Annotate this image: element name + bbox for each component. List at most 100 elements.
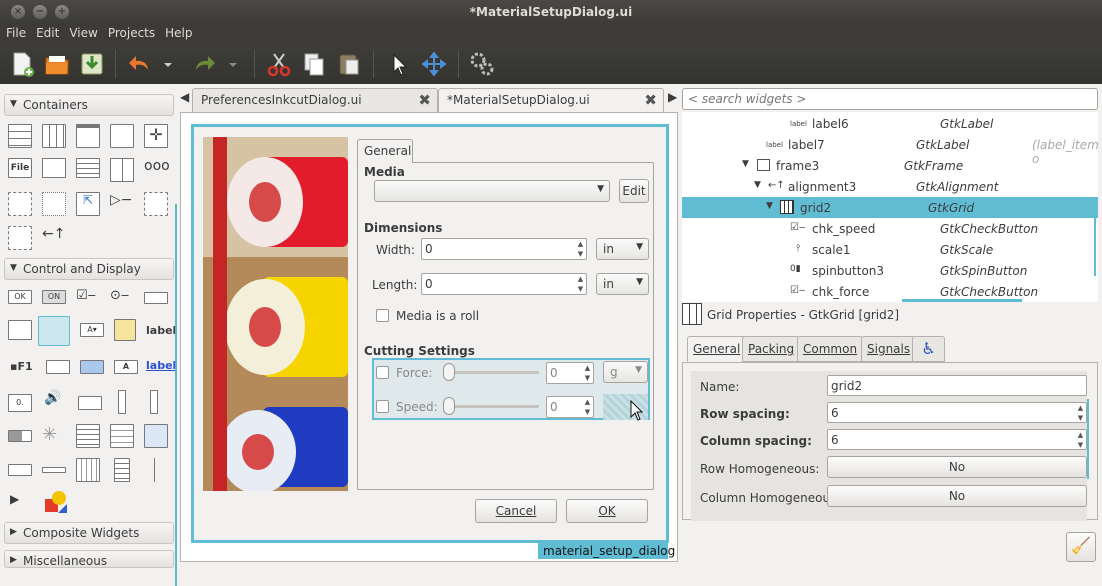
force-slider[interactable] bbox=[443, 371, 539, 374]
tree-row[interactable]: ☑‒ chk_speed GtkCheckButton bbox=[682, 218, 1098, 239]
button-widget-icon[interactable]: OK bbox=[8, 290, 32, 304]
force-spin[interactable]: 0 ▲ ▼ bbox=[546, 362, 594, 384]
media-roll-checkbox[interactable] bbox=[376, 309, 389, 322]
tab-scroll-left-icon[interactable]: ◀ bbox=[180, 90, 189, 104]
event-box-icon[interactable] bbox=[42, 192, 66, 216]
font-chooser-icon[interactable]: A bbox=[114, 360, 138, 374]
fixed-icon[interactable]: ✛ bbox=[144, 124, 168, 148]
speed-slider-handle[interactable] bbox=[443, 397, 455, 415]
image-icon[interactable] bbox=[114, 319, 136, 341]
file-chooser-button-icon[interactable] bbox=[46, 360, 70, 374]
speed-spin[interactable]: 0 ▲ ▼ bbox=[546, 396, 594, 418]
statusbar-icon[interactable] bbox=[8, 464, 32, 476]
preferences-gears-icon[interactable] bbox=[468, 50, 496, 78]
tab-packing[interactable]: Packing bbox=[742, 336, 801, 362]
box-icon[interactable] bbox=[8, 124, 32, 148]
column-homogeneous-toggle[interactable]: No bbox=[827, 485, 1087, 507]
control-display-section-header[interactable]: ▼ Control and Display bbox=[4, 258, 174, 280]
accessibility-icon[interactable]: ♿ bbox=[912, 336, 945, 362]
tab-common[interactable]: Common bbox=[797, 336, 864, 362]
row-spacing-spin[interactable]: 6 ▲ ▼ bbox=[827, 402, 1087, 423]
open-file-icon[interactable] bbox=[43, 50, 71, 78]
cancel-button[interactable]: Cancel bbox=[475, 499, 557, 523]
tree-row[interactable]: label label6 GtkLabel bbox=[682, 113, 1098, 134]
button-box-icon[interactable]: ooo bbox=[144, 159, 170, 173]
collapse-pane-icon[interactable]: ▶ bbox=[668, 91, 676, 104]
drag-resize-icon[interactable] bbox=[420, 50, 448, 78]
list-icon[interactable] bbox=[114, 458, 130, 482]
menu-projects[interactable]: Projects bbox=[102, 24, 159, 40]
name-field[interactable]: grid2 bbox=[827, 375, 1087, 396]
edit-button[interactable]: Edit bbox=[619, 179, 649, 203]
tree-scrollbar[interactable] bbox=[1094, 216, 1096, 276]
font-button-icon[interactable]: A▾ bbox=[80, 323, 104, 337]
spin-arrows-icon[interactable]: ▲ ▼ bbox=[1075, 430, 1086, 450]
properties-scrollbar[interactable] bbox=[1087, 399, 1089, 479]
undo-dropdown-icon[interactable] bbox=[160, 50, 176, 78]
expander-down-icon[interactable]: ▼ bbox=[742, 159, 749, 169]
row-homogeneous-toggle[interactable]: No bbox=[827, 456, 1087, 478]
media-combo[interactable]: ▼ bbox=[374, 180, 610, 202]
save-file-icon[interactable] bbox=[78, 50, 106, 78]
tab-general[interactable]: General bbox=[687, 336, 747, 362]
widget-tree[interactable]: label label6 GtkLabel label label7 GtkLabel(… bbox=[682, 112, 1098, 302]
spin-arrows-icon[interactable]: ▲ ▼ bbox=[582, 363, 593, 383]
copy-icon[interactable] bbox=[300, 50, 328, 78]
expander-down-icon[interactable]: ▼ bbox=[766, 201, 773, 211]
spin-arrows-icon[interactable]: ▲ ▼ bbox=[575, 274, 586, 294]
spin-button-icon[interactable] bbox=[8, 320, 32, 340]
menu-edit[interactable]: Edit bbox=[30, 24, 63, 40]
redo-icon[interactable] bbox=[190, 50, 218, 78]
progress-entry-icon[interactable] bbox=[78, 396, 102, 410]
volume-button-icon[interactable]: 🔊 bbox=[44, 390, 68, 414]
vscrollbar-icon[interactable] bbox=[150, 390, 158, 414]
ok-button[interactable]: OK bbox=[566, 499, 648, 523]
tree-row[interactable]: ▼ frame3 GtkFrame bbox=[682, 155, 1098, 176]
expander-down-icon[interactable]: ▼ bbox=[754, 180, 761, 190]
link-button-icon[interactable]: label bbox=[146, 359, 176, 383]
spinner-icon[interactable]: ✳ bbox=[42, 424, 66, 448]
calendar-icon[interactable] bbox=[76, 458, 100, 482]
tree-hscrollbar[interactable] bbox=[902, 299, 1022, 302]
speed-slider[interactable] bbox=[443, 405, 539, 408]
menubar-icon[interactable]: File bbox=[8, 158, 32, 178]
redo-dropdown-icon[interactable] bbox=[225, 50, 241, 78]
entry-icon[interactable] bbox=[144, 292, 168, 304]
radio-button-icon[interactable]: ⊙‒ bbox=[110, 288, 134, 312]
notebook-tab-general[interactable]: General bbox=[357, 139, 413, 163]
toggle-button-icon[interactable]: ON bbox=[42, 290, 66, 304]
label-widget-icon[interactable]: label bbox=[146, 324, 176, 348]
tool-palette-icon[interactable] bbox=[76, 158, 100, 178]
tree-row[interactable]: ▼ ←↑ alignment3 GtkAlignment bbox=[682, 176, 1098, 197]
hseparator-widget-icon[interactable] bbox=[42, 467, 66, 473]
tab-preferences[interactable]: PreferencesInkcutDialog.ui ✖ bbox=[192, 88, 438, 112]
grid-icon[interactable] bbox=[42, 124, 66, 148]
force-slider-handle[interactable] bbox=[443, 363, 455, 381]
select-pointer-icon[interactable] bbox=[384, 50, 412, 78]
toolbar-widget-icon[interactable] bbox=[42, 158, 66, 178]
layout-icon[interactable] bbox=[8, 192, 32, 216]
vseparator-icon[interactable] bbox=[154, 458, 155, 482]
vscale-icon[interactable] bbox=[118, 390, 126, 414]
tab-signals[interactable]: Signals bbox=[861, 336, 917, 362]
tree-view-icon[interactable] bbox=[110, 424, 134, 448]
spin-arrows-icon[interactable]: ▲ ▼ bbox=[582, 397, 593, 417]
icon-view-icon[interactable] bbox=[144, 424, 168, 448]
accel-label-icon[interactable]: ▪F1 bbox=[10, 360, 34, 384]
paste-icon[interactable] bbox=[335, 50, 363, 78]
width-spin[interactable]: 0 ▲ ▼ bbox=[421, 238, 587, 260]
frame-icon[interactable] bbox=[110, 124, 134, 148]
paned-icon[interactable] bbox=[110, 158, 134, 182]
composite-section-header[interactable]: ▶ Composite Widgets bbox=[4, 522, 174, 544]
progress-bar-icon[interactable] bbox=[8, 430, 32, 442]
close-tab-icon[interactable]: ✖ bbox=[418, 91, 431, 109]
force-unit-combo[interactable]: g ▼ bbox=[603, 361, 648, 383]
menu-help[interactable]: Help bbox=[159, 24, 196, 40]
new-file-icon[interactable] bbox=[8, 50, 36, 78]
tree-row-selected[interactable]: ▼ grid2 GtkGrid bbox=[682, 197, 1098, 218]
check-button-icon[interactable]: ☑‒ bbox=[76, 288, 100, 312]
misc-section-header[interactable]: ▶ Miscellaneous bbox=[4, 550, 174, 568]
alignment-icon[interactable]: ←↑ bbox=[42, 226, 66, 250]
spin-arrows-icon[interactable]: ▲ ▼ bbox=[575, 239, 586, 259]
close-tab-icon[interactable]: ✖ bbox=[644, 91, 657, 109]
